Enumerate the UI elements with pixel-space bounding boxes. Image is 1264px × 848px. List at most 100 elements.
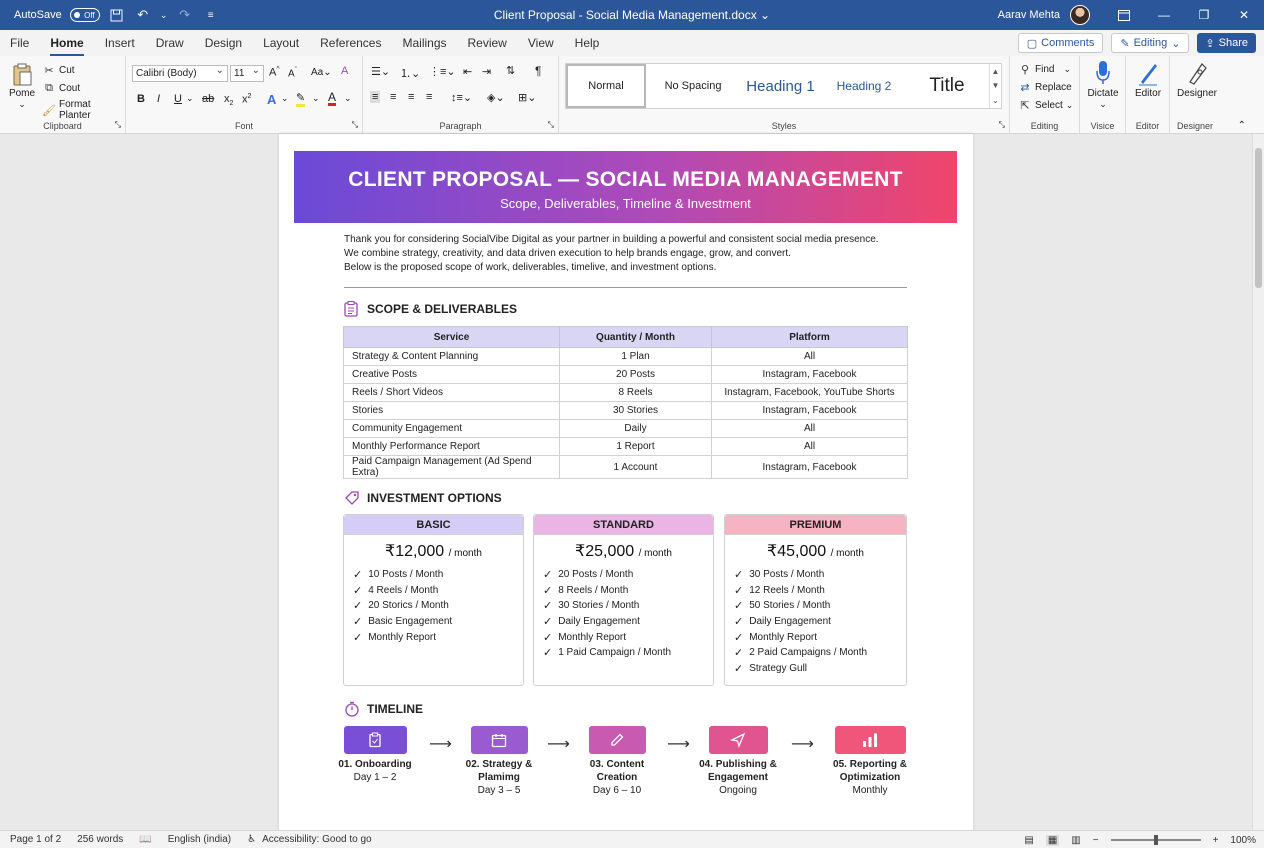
tab-mailings[interactable]: Mailings <box>402 32 446 54</box>
style-normal[interactable]: Normal <box>566 64 646 108</box>
page-count[interactable]: Page 1 of 2 <box>10 834 61 845</box>
dictate-button[interactable]: Dictate ⌄ <box>1082 60 1124 109</box>
scrollbar-thumb[interactable] <box>1255 148 1262 288</box>
justify-icon[interactable]: ≡ <box>426 91 432 103</box>
styles-gallery-scroll[interactable]: ▲ ▼ ⌄ <box>989 64 1001 108</box>
replace-button[interactable]: ⇄ Replace <box>1018 80 1071 94</box>
paste-button[interactable]: Pome ⌄ <box>8 62 36 109</box>
dialog-launcher-icon[interactable]: ⤡ <box>352 120 358 130</box>
underline-icon[interactable]: U <box>174 93 182 105</box>
zoom-in-icon[interactable]: + <box>1213 835 1219 846</box>
font-size-box[interactable]: 11 <box>230 65 264 82</box>
tab-home[interactable]: Home <box>50 32 85 56</box>
print-layout-icon[interactable]: ▦ <box>1045 834 1060 846</box>
editing-mode-button[interactable]: ✎ Editing ⌄ <box>1111 33 1190 53</box>
restore-icon[interactable]: ❐ <box>1184 0 1224 30</box>
bullets-icon[interactable]: ☰⌄ <box>371 65 390 78</box>
numbering-icon[interactable]: ⒈⌄ <box>400 65 420 81</box>
align-right-icon[interactable]: ≡ <box>408 91 414 103</box>
font-name-box[interactable]: Calibri (Body) <box>132 65 228 82</box>
document-page[interactable]: CLIENT PROPOSAL — SOCIAL MEDIA MANAGEMEN… <box>279 134 973 834</box>
ribbon-display-icon[interactable] <box>1104 0 1144 30</box>
chevron-down-icon[interactable]: ⌄ <box>281 93 289 104</box>
italic-icon[interactable]: I <box>157 93 160 105</box>
bold-icon[interactable]: B <box>137 93 145 105</box>
text-effects-icon[interactable]: A <box>267 92 276 107</box>
redo-icon[interactable]: ↷ <box>176 6 194 24</box>
chevron-up-icon[interactable]: ▲ <box>992 67 1000 76</box>
collapse-ribbon-icon[interactable]: ⌃ <box>1238 120 1246 131</box>
chevron-down-icon[interactable]: ⌄ <box>344 93 352 104</box>
word-count[interactable]: 256 words <box>77 834 123 845</box>
select-button[interactable]: ⇱ Select ⌄ <box>1018 98 1073 112</box>
highlight-color-icon[interactable]: ✎ <box>296 92 306 107</box>
style-no-spacing[interactable]: No Spacing <box>648 64 738 108</box>
minimize-icon[interactable]: — <box>1144 0 1184 30</box>
focus-mode-icon[interactable]: ▤ <box>1024 835 1033 846</box>
superscript-icon[interactable]: x2 <box>242 93 251 106</box>
zoom-level[interactable]: 100% <box>1230 835 1256 846</box>
decrease-indent-icon[interactable]: ⇤ <box>463 65 472 78</box>
comments-button[interactable]: ▢ Comments <box>1017 33 1104 53</box>
zoom-slider-thumb[interactable] <box>1153 835 1158 845</box>
editor-button[interactable]: Editor <box>1128 60 1168 99</box>
tab-layout[interactable]: Layout <box>263 32 299 54</box>
save-icon[interactable] <box>108 6 126 24</box>
zoom-slider[interactable] <box>1110 835 1201 845</box>
tab-help[interactable]: Help <box>575 32 600 54</box>
title-chevron-icon[interactable]: ⌄ <box>760 8 770 22</box>
copy-button[interactable]: ⧉ Cout <box>42 81 80 95</box>
line-spacing-icon[interactable]: ↕≡⌄ <box>451 91 472 104</box>
tab-view[interactable]: View <box>528 32 554 54</box>
vertical-scrollbar[interactable] <box>1252 134 1264 830</box>
change-case-icon[interactable]: Aa⌄ <box>311 67 332 78</box>
tab-design[interactable]: Design <box>205 32 242 54</box>
accessibility-status[interactable]: Accessibility: Good to go <box>262 834 372 845</box>
tab-file[interactable]: File <box>10 32 29 54</box>
customize-toolbar-icon[interactable]: ≡ <box>202 6 220 24</box>
web-layout-icon[interactable]: ▥ <box>1071 835 1080 846</box>
style-heading-1[interactable]: Heading 1 <box>738 64 823 108</box>
chevron-down-icon[interactable]: ⌄ <box>160 6 168 24</box>
clear-formatting-icon[interactable]: A <box>341 65 348 77</box>
proofing-icon[interactable]: 📖 <box>139 834 151 845</box>
format-painter-button[interactable]: 🖌 Format Planter <box>42 99 125 121</box>
show-formatting-marks-icon[interactable]: ¶ <box>535 64 541 78</box>
grow-font-icon[interactable]: A^ <box>269 66 280 79</box>
chevron-down-icon[interactable]: ▼ <box>992 81 1000 90</box>
autosave-toggle[interactable]: Off <box>69 8 100 22</box>
close-icon[interactable]: ✕ <box>1224 0 1264 30</box>
dialog-launcher-icon[interactable]: ⤡ <box>115 120 121 130</box>
more-styles-icon[interactable]: ⌄ <box>992 96 999 105</box>
align-center-icon[interactable]: ≡ <box>390 91 396 103</box>
language-status[interactable]: English (india) <box>168 834 231 845</box>
designer-button[interactable]: Designer <box>1174 60 1220 99</box>
tab-insert[interactable]: Insert <box>105 32 135 54</box>
user-name[interactable]: Aarav Mehta <box>998 9 1060 21</box>
shrink-font-icon[interactable]: Aˇ <box>288 67 297 79</box>
sort-icon[interactable]: ⇅ <box>506 64 515 77</box>
strikethrough-icon[interactable]: ab <box>202 93 214 105</box>
style-title[interactable]: Title <box>905 64 989 108</box>
dialog-launcher-icon[interactable]: ⤡ <box>548 120 554 130</box>
avatar[interactable] <box>1070 5 1090 25</box>
increase-indent-icon[interactable]: ⇥ <box>482 65 491 78</box>
document-title[interactable]: Client Proposal - Social Media Managemen… <box>494 8 757 22</box>
align-left-icon[interactable]: ≡ <box>370 91 381 103</box>
dialog-launcher-icon[interactable]: ⤡ <box>999 120 1005 130</box>
font-color-icon[interactable]: A <box>328 91 337 106</box>
style-heading-2[interactable]: Heading 2 <box>823 64 905 108</box>
shading-icon[interactable]: ◈⌄ <box>487 91 505 104</box>
find-button[interactable]: ⚲ Find ⌄ <box>1018 62 1071 76</box>
undo-icon[interactable]: ↶ <box>134 6 152 24</box>
chevron-down-icon[interactable]: ⌄ <box>312 93 320 104</box>
tab-draw[interactable]: Draw <box>156 32 184 54</box>
multilevel-list-icon[interactable]: ⋮≡⌄ <box>429 65 456 78</box>
cut-button[interactable]: ✂ Cut <box>42 63 74 77</box>
share-button[interactable]: ⇪ Share <box>1197 33 1256 53</box>
borders-icon[interactable]: ⊞⌄ <box>518 91 536 104</box>
tab-references[interactable]: References <box>320 32 381 54</box>
tab-review[interactable]: Review <box>468 32 507 54</box>
zoom-out-icon[interactable]: − <box>1093 835 1099 846</box>
subscript-icon[interactable]: x2 <box>224 93 233 107</box>
